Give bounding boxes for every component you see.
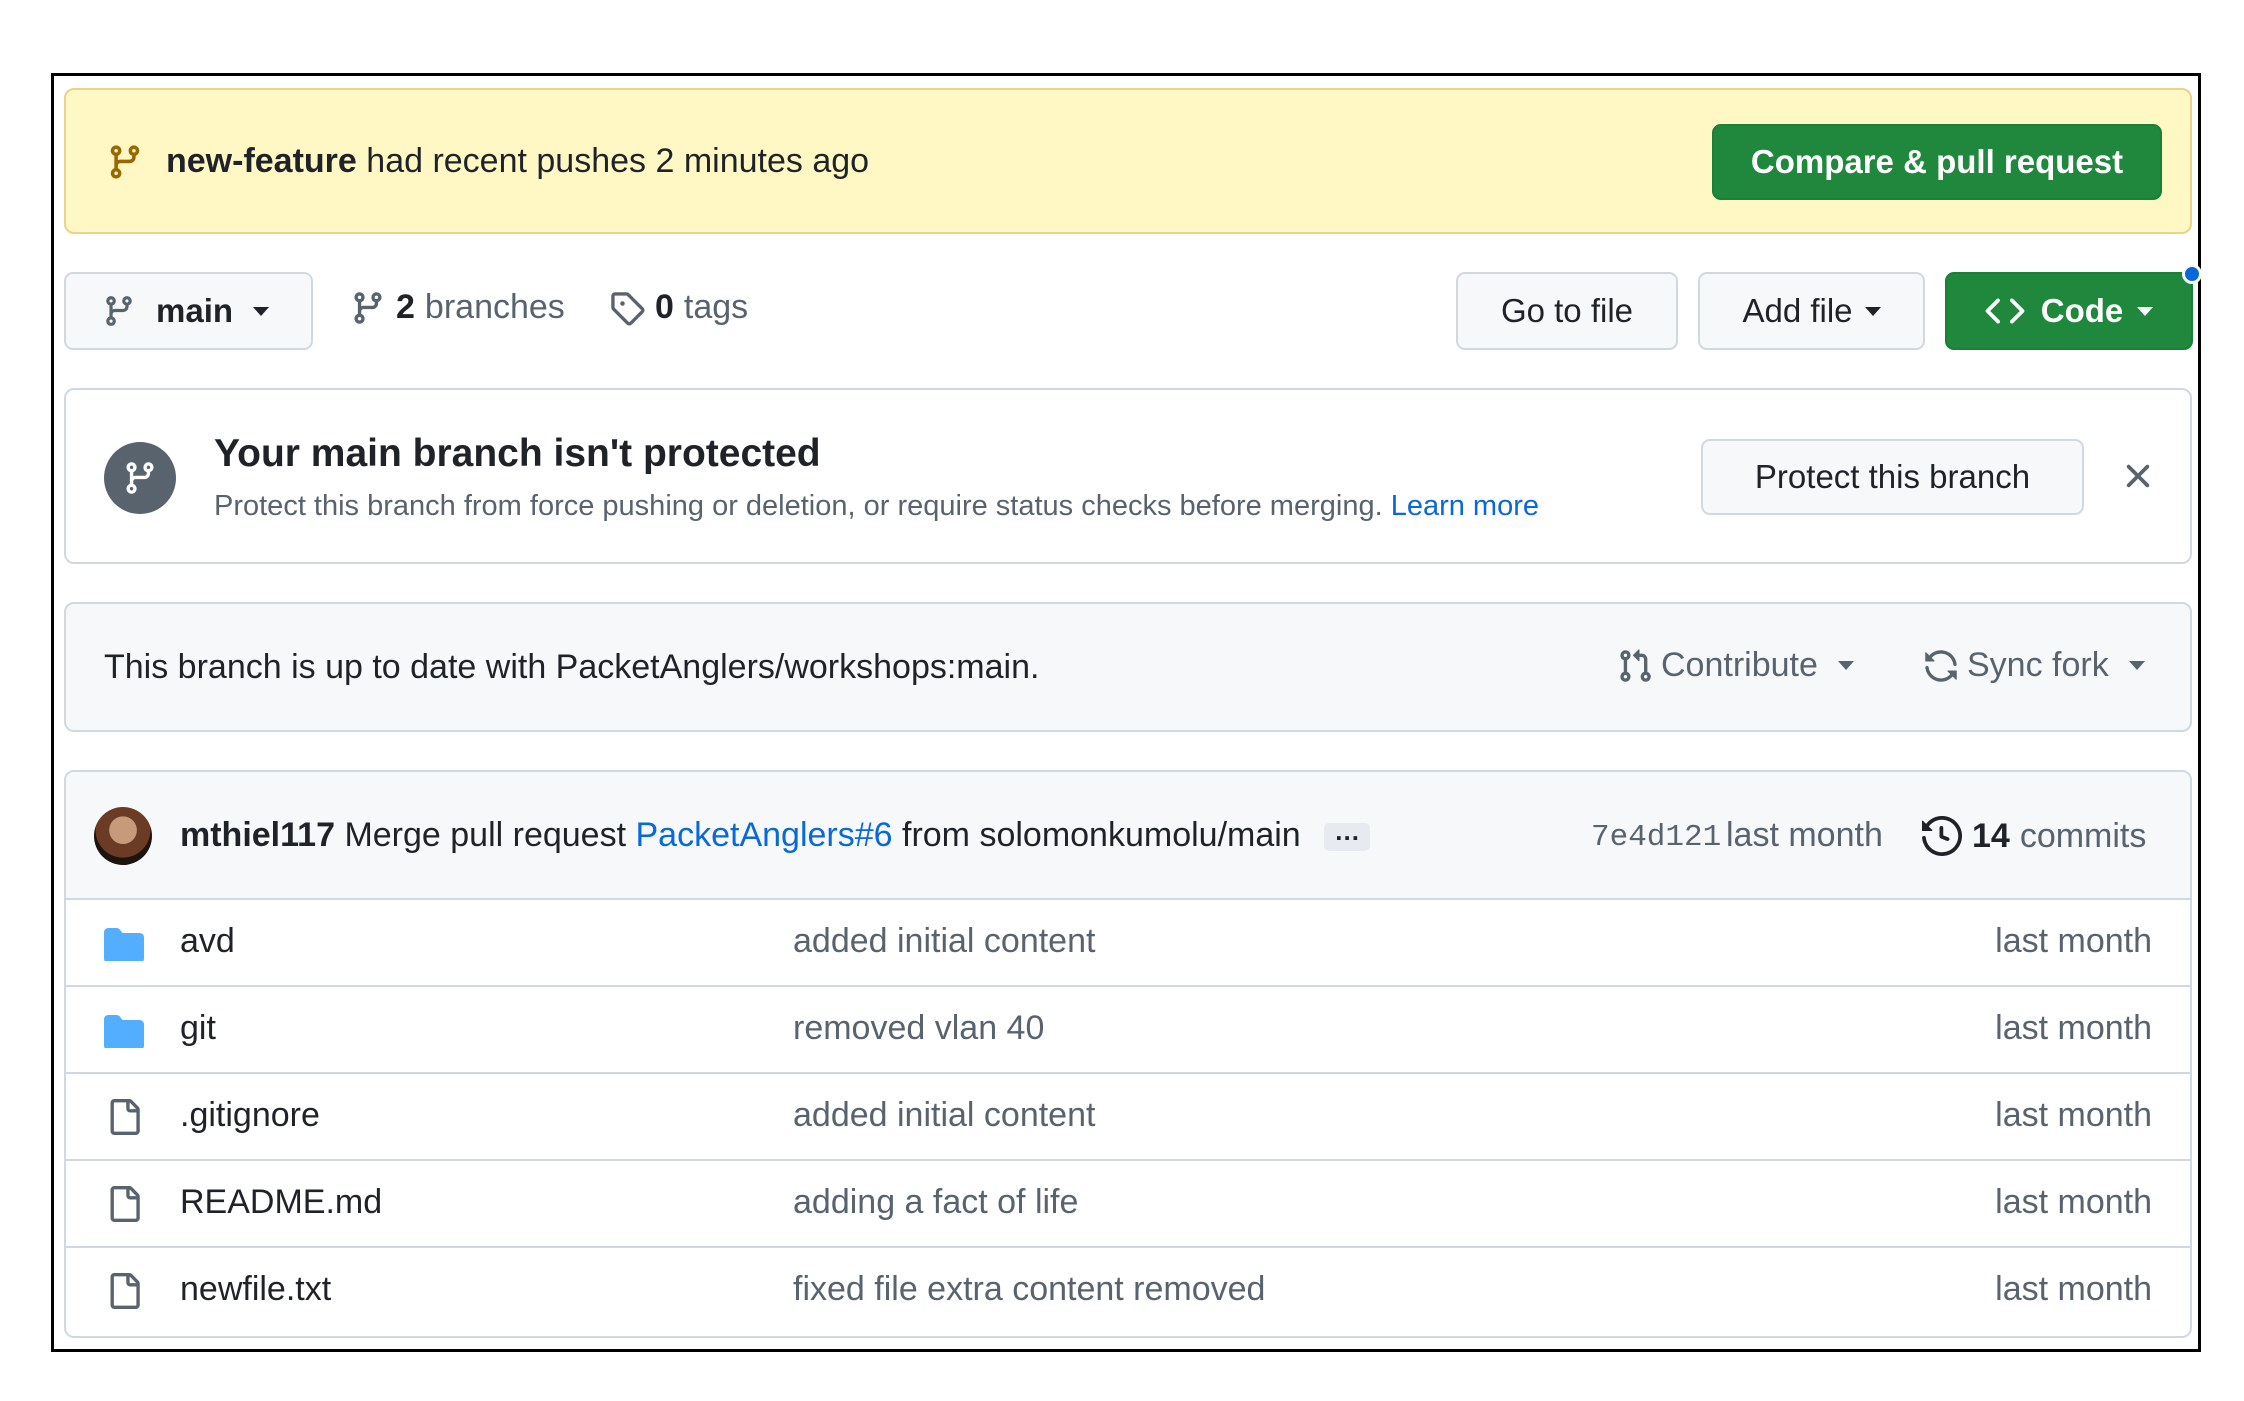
sync-icon <box>1925 649 1957 682</box>
file-commit-message[interactable]: added initial content <box>793 922 1095 961</box>
file-row-readme[interactable]: README.md adding a fact of life last mon… <box>66 1161 2190 1248</box>
tags-label: tags <box>683 288 749 326</box>
commit-message-suffix[interactable]: from solomonkumolu/main <box>902 816 1301 854</box>
fork-sync-status: This branch is up to date with PacketAng… <box>64 602 2192 732</box>
compare-pull-request-button[interactable]: Compare & pull request <box>1712 124 2162 200</box>
add-file-button[interactable]: Add file <box>1698 272 1925 350</box>
file-commit-message[interactable]: removed vlan 40 <box>793 1009 1044 1048</box>
latest-commit-header: mthiel117 Merge pull request PacketAngle… <box>66 772 2190 900</box>
file-icon <box>110 1273 140 1309</box>
file-time: last month <box>1995 922 2152 960</box>
file-commit-message[interactable]: fixed file extra content removed <box>793 1270 1265 1309</box>
current-branch-label: main <box>156 292 234 329</box>
sync-fork-label: Sync fork <box>1967 646 2109 684</box>
repository-panel: new-feature had recent pushes 2 minutes … <box>51 73 2202 1352</box>
branches-link[interactable]: 2 branches <box>350 288 565 327</box>
file-name[interactable]: README.md <box>180 1183 382 1222</box>
file-row-gitignore[interactable]: .gitignore added initial content last mo… <box>66 1074 2190 1161</box>
chevron-down-icon <box>1837 661 1854 670</box>
chevron-down-icon <box>253 306 270 316</box>
recent-pushes-text: new-feature had recent pushes 2 minutes … <box>166 140 869 182</box>
file-time: last month <box>1995 1096 2152 1134</box>
file-row-avd[interactable]: avd added initial content last month <box>66 900 2190 987</box>
code-button[interactable]: Code <box>1945 272 2193 350</box>
file-name[interactable]: .gitignore <box>180 1096 320 1135</box>
code-icon <box>1985 298 2025 324</box>
protection-description: Protect this branch from force pushing o… <box>214 490 1539 523</box>
contribute-label: Contribute <box>1661 646 1818 684</box>
git-branch-icon <box>126 462 154 494</box>
sync-fork-dropdown[interactable]: Sync fork <box>1923 646 2145 685</box>
branch-selector-button[interactable]: main <box>64 272 313 350</box>
file-icon <box>110 1099 140 1135</box>
file-name[interactable]: newfile.txt <box>180 1270 331 1309</box>
commits-count: 14 <box>1972 816 2010 855</box>
commits-history-link[interactable]: 14 commits <box>1922 816 2146 856</box>
branch-protection-notice: Your main branch isn't protected Protect… <box>64 388 2192 564</box>
file-commit-message[interactable]: adding a fact of life <box>793 1183 1078 1222</box>
folder-icon <box>104 1015 144 1048</box>
chevron-down-icon <box>2128 661 2145 670</box>
pull-request-link[interactable]: PacketAnglers#6 <box>636 816 893 854</box>
recent-pushes-message: had recent pushes 2 minutes ago <box>366 142 870 180</box>
tags-count: 0 <box>655 288 674 326</box>
go-to-file-button[interactable]: Go to file <box>1456 272 1678 350</box>
expand-commit-message-button[interactable]: … <box>1324 818 1371 852</box>
git-pull-request-icon <box>1620 648 1651 682</box>
commit-message-prefix[interactable]: Merge pull request <box>344 816 626 854</box>
protection-title: Your main branch isn't protected <box>214 432 821 475</box>
file-time: last month <box>1995 1183 2152 1221</box>
file-time: last month <box>1995 1270 2152 1308</box>
file-row-newfile[interactable]: newfile.txt fixed file extra content rem… <box>66 1248 2190 1335</box>
git-branch-icon <box>106 296 132 326</box>
git-branch-icon <box>354 291 382 324</box>
recent-pushes-banner: new-feature had recent pushes 2 minutes … <box>64 88 2192 234</box>
git-branch-icon <box>110 145 140 179</box>
sync-status-text: This branch is up to date with PacketAng… <box>104 648 1040 686</box>
commits-label: commits <box>2019 816 2147 855</box>
commit-hash-link[interactable]: 7e4d121 <box>1591 820 1721 855</box>
pushed-branch-name[interactable]: new-feature <box>166 142 357 180</box>
learn-more-link[interactable]: Learn more <box>1391 490 1539 522</box>
close-icon[interactable] <box>2118 456 2158 496</box>
tags-link[interactable]: 0 tags <box>609 288 748 327</box>
file-name[interactable]: avd <box>180 922 235 961</box>
protection-description-text: Protect this branch from force pushing o… <box>214 490 1383 522</box>
branches-label: branches <box>424 288 565 326</box>
contribute-dropdown[interactable]: Contribute <box>1617 646 1854 685</box>
protect-branch-button[interactable]: Protect this branch <box>1701 439 2084 515</box>
file-icon <box>110 1186 140 1222</box>
file-table: mthiel117 Merge pull request PacketAngle… <box>64 770 2192 1338</box>
branches-count: 2 <box>396 288 415 326</box>
tag-icon <box>611 291 645 325</box>
file-row-git[interactable]: git removed vlan 40 last month <box>66 987 2190 1074</box>
branch-protection-avatar <box>104 442 176 514</box>
commit-time: last month <box>1726 816 1883 854</box>
file-time: last month <box>1995 1009 2152 1047</box>
latest-commit-message: mthiel117 Merge pull request PacketAngle… <box>180 816 1371 855</box>
folder-icon <box>104 928 144 961</box>
file-name[interactable]: git <box>180 1009 216 1048</box>
notification-dot <box>2182 264 2202 284</box>
chevron-down-icon <box>2137 306 2154 316</box>
add-file-label: Add file <box>1742 292 1853 329</box>
commit-author[interactable]: mthiel117 <box>180 816 335 854</box>
chevron-down-icon <box>1864 306 1881 316</box>
avatar[interactable] <box>94 807 152 865</box>
file-commit-message[interactable]: added initial content <box>793 1096 1095 1135</box>
history-icon <box>1922 816 1962 856</box>
code-label: Code <box>2040 292 2124 329</box>
